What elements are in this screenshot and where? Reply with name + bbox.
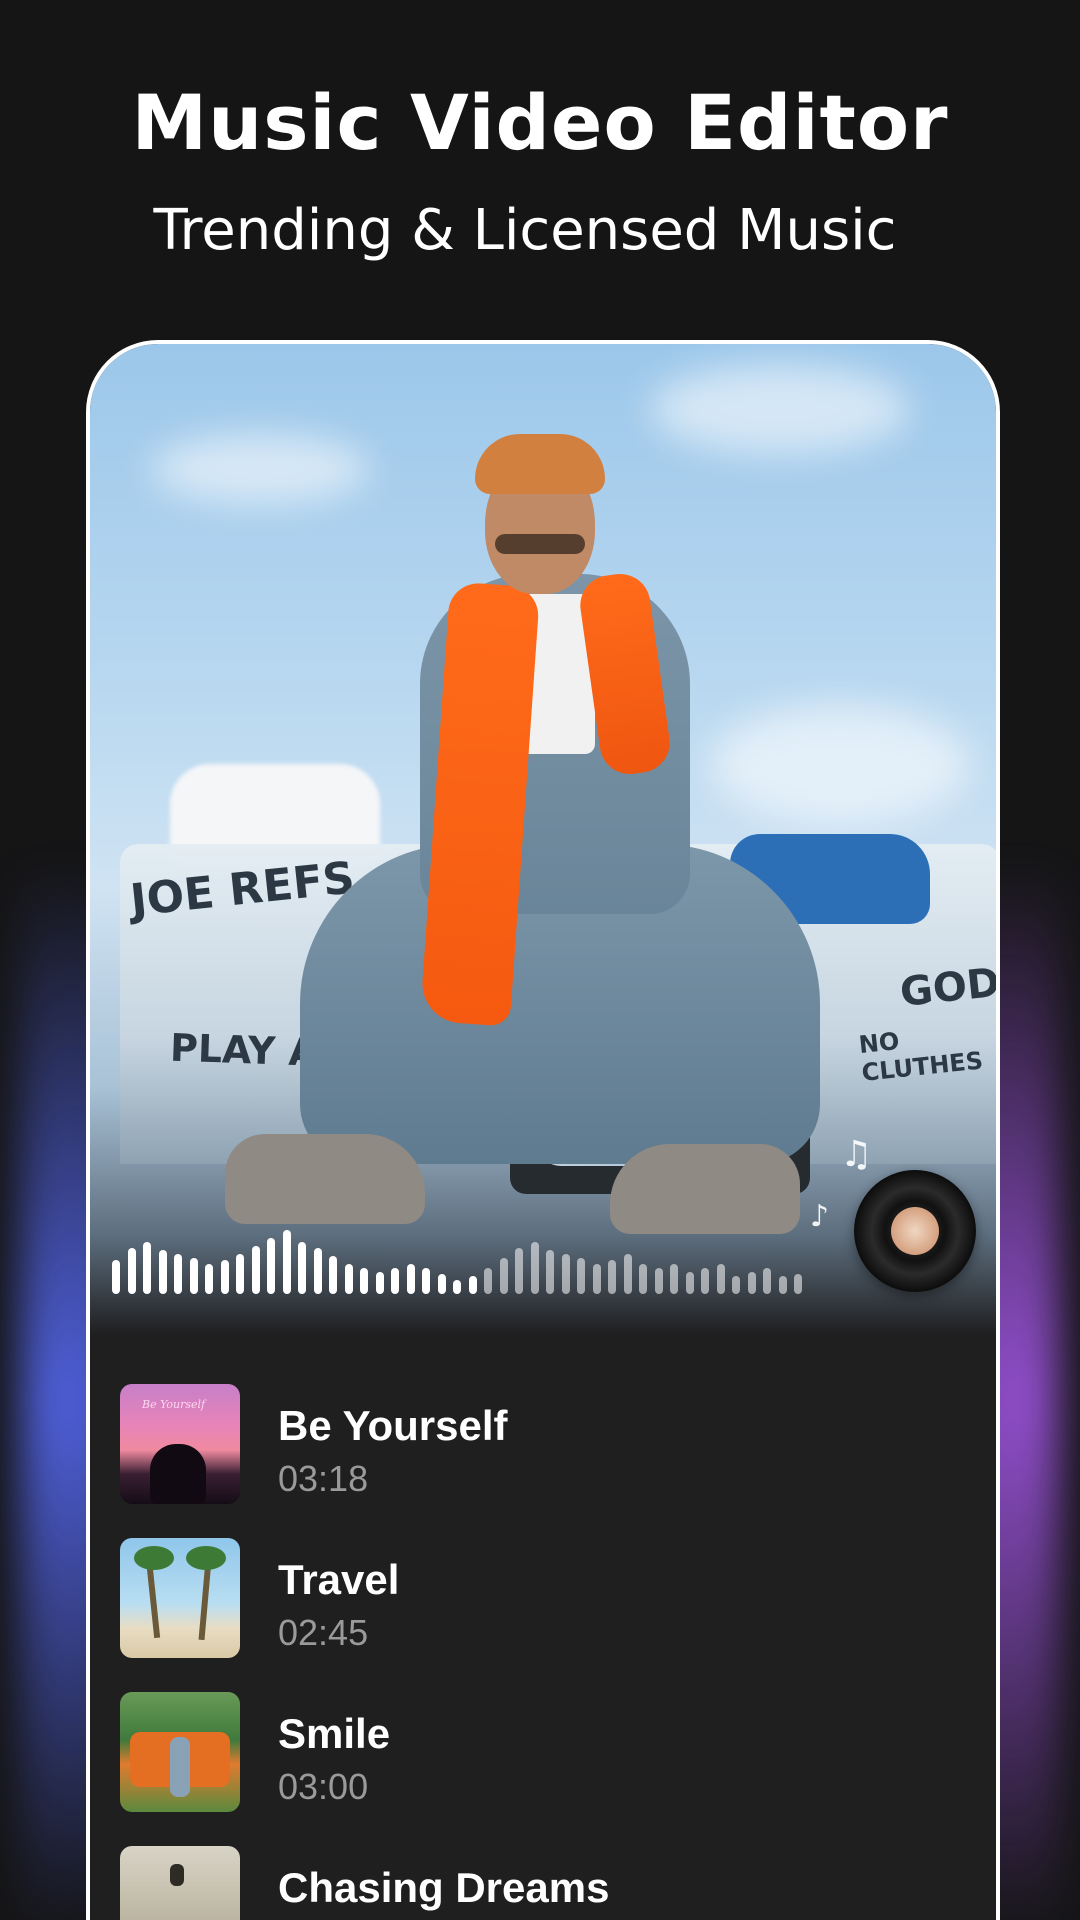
waveform-bar bbox=[267, 1238, 275, 1294]
waveform-bar bbox=[623, 1254, 632, 1294]
waveform-bar bbox=[406, 1264, 415, 1294]
waveform-bar bbox=[763, 1268, 771, 1294]
waveform-bar bbox=[143, 1242, 151, 1294]
waveform-bar bbox=[453, 1280, 461, 1294]
list-item[interactable]: Be Yourself Be Yourself 03:18 bbox=[90, 1384, 996, 1538]
waveform-bar bbox=[468, 1276, 477, 1294]
waveform-bar bbox=[701, 1268, 709, 1294]
cloud bbox=[150, 434, 370, 504]
waveform-bar bbox=[329, 1256, 337, 1294]
waveform-bar bbox=[313, 1248, 322, 1294]
waveform-bar bbox=[236, 1254, 244, 1294]
jumping-figure bbox=[170, 1864, 184, 1886]
waveform-bar bbox=[747, 1272, 756, 1294]
page-title: Music Video Editor bbox=[131, 78, 949, 167]
waveform-bar bbox=[127, 1248, 136, 1294]
audio-waveform[interactable] bbox=[112, 1224, 812, 1294]
phone-frame: JOE REFS PLAY ALL NO GOD. NO CLUTHES ♫ ♪… bbox=[86, 340, 1000, 1920]
cloud bbox=[710, 704, 970, 824]
waveform-bar bbox=[654, 1268, 663, 1294]
list-item[interactable]: Smile 03:00 bbox=[90, 1692, 996, 1846]
track-title: Chasing Dreams bbox=[278, 1864, 610, 1911]
waveform-bar bbox=[592, 1264, 601, 1294]
track-thumbnail: Be Yourself bbox=[120, 1384, 240, 1504]
waveform-bar bbox=[422, 1268, 430, 1294]
waveform-bar bbox=[716, 1264, 725, 1294]
waveform-bar bbox=[220, 1260, 229, 1294]
waveform-bar bbox=[437, 1274, 446, 1294]
hero-image: JOE REFS PLAY ALL NO GOD. NO CLUTHES ♫ ♪ bbox=[90, 344, 996, 1334]
track-title: Smile bbox=[278, 1710, 391, 1757]
palm-leaves bbox=[186, 1546, 226, 1570]
track-thumbnail bbox=[120, 1846, 240, 1920]
waveform-bar bbox=[298, 1242, 306, 1294]
track-duration: 02:45 bbox=[278, 1612, 369, 1653]
waveform-bar bbox=[375, 1272, 384, 1294]
waveform-bar bbox=[484, 1268, 492, 1294]
waveform-bar bbox=[189, 1258, 198, 1294]
person-figure bbox=[170, 1737, 190, 1797]
waveform-bar bbox=[685, 1272, 694, 1294]
waveform-bar bbox=[174, 1254, 182, 1294]
track-duration: 03:00 bbox=[278, 1766, 369, 1807]
list-item[interactable]: Chasing Dreams bbox=[90, 1846, 996, 1920]
track-title: Travel bbox=[278, 1556, 400, 1603]
waveform-bar bbox=[205, 1264, 213, 1294]
waveform-bar bbox=[530, 1242, 539, 1294]
music-note-icon: ♪ bbox=[810, 1199, 830, 1234]
waveform-bar bbox=[158, 1250, 167, 1294]
page-subtitle: Trending & Licensed Music bbox=[153, 198, 897, 263]
vinyl-record-icon[interactable] bbox=[854, 1170, 976, 1292]
waveform-bar bbox=[282, 1230, 291, 1294]
track-title: Be Yourself bbox=[278, 1402, 508, 1449]
waveform-bar bbox=[391, 1268, 399, 1294]
silhouette bbox=[150, 1444, 206, 1504]
sneaker bbox=[225, 1134, 425, 1224]
waveform-bar bbox=[608, 1260, 616, 1294]
waveform-bar bbox=[515, 1248, 523, 1294]
person-hair bbox=[475, 434, 605, 494]
sunglasses bbox=[495, 534, 585, 554]
list-item[interactable]: Travel 02:45 bbox=[90, 1538, 996, 1692]
waveform-bar bbox=[577, 1258, 585, 1294]
waveform-bar bbox=[778, 1276, 787, 1294]
track-duration: 03:18 bbox=[278, 1458, 369, 1499]
music-notes-icon: ♫ bbox=[840, 1134, 873, 1175]
track-thumbnail bbox=[120, 1692, 240, 1812]
waveform-bar bbox=[561, 1254, 570, 1294]
waveform-bar bbox=[794, 1274, 802, 1294]
track-list: Be Yourself Be Yourself 03:18 Travel 02:… bbox=[90, 1384, 996, 1920]
waveform-bar bbox=[732, 1276, 740, 1294]
track-thumbnail bbox=[120, 1538, 240, 1658]
waveform-bar bbox=[360, 1268, 368, 1294]
palm-trunk bbox=[198, 1559, 212, 1641]
thumbnail-caption: Be Yourself bbox=[142, 1398, 206, 1411]
cloud bbox=[650, 364, 910, 454]
waveform-bar bbox=[546, 1250, 554, 1294]
waveform-bar bbox=[499, 1258, 508, 1294]
palm-leaves bbox=[134, 1546, 174, 1570]
waveform-bar bbox=[251, 1246, 260, 1294]
waveform-bar bbox=[112, 1260, 120, 1294]
vinyl-cover-art bbox=[891, 1207, 939, 1255]
waveform-bar bbox=[670, 1264, 678, 1294]
sneaker bbox=[610, 1144, 800, 1234]
waveform-bar bbox=[344, 1264, 353, 1294]
waveform-bar bbox=[639, 1264, 647, 1294]
